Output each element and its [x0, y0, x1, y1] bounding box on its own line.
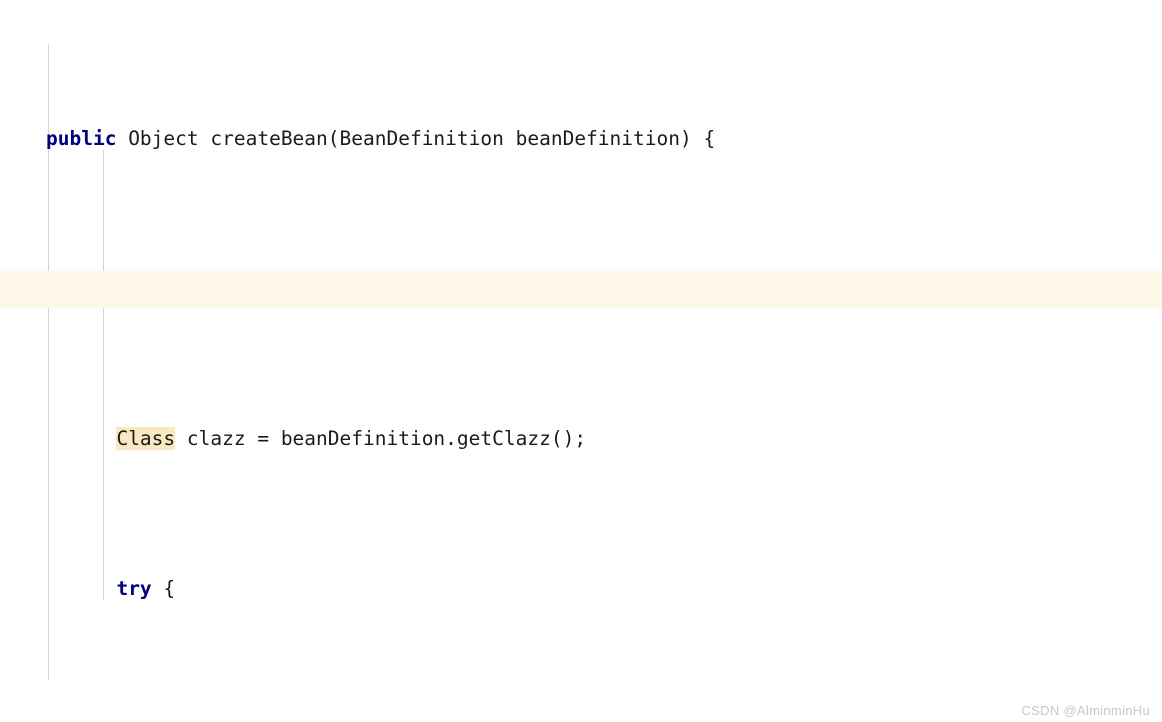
csdn-watermark: CSDN @AlminminHu — [1021, 703, 1150, 718]
try-open-brace: { — [151, 576, 176, 600]
occurrence-highlight-class: Class — [116, 426, 176, 450]
keyword-public: public — [46, 126, 117, 150]
token-class: Class — [116, 426, 176, 450]
code-content[interactable]: public Object createBean(BeanDefinition … — [0, 0, 1162, 722]
code-editor[interactable]: public Object createBean(BeanDefinition … — [0, 0, 1162, 722]
code-line-1[interactable]: public Object createBean(BeanDefinition … — [46, 120, 1162, 158]
method-signature: Object createBean(BeanDefinition beanDef… — [116, 126, 716, 150]
code-line-2[interactable] — [46, 270, 1162, 308]
code-line-3[interactable]: Class clazz = beanDefinition.getClazz(); — [46, 420, 1162, 458]
code-line-4[interactable]: try { — [46, 570, 1162, 608]
keyword-try: try — [116, 576, 152, 600]
class-assignment-rest: clazz = beanDefinition.getClazz(); — [175, 426, 587, 450]
